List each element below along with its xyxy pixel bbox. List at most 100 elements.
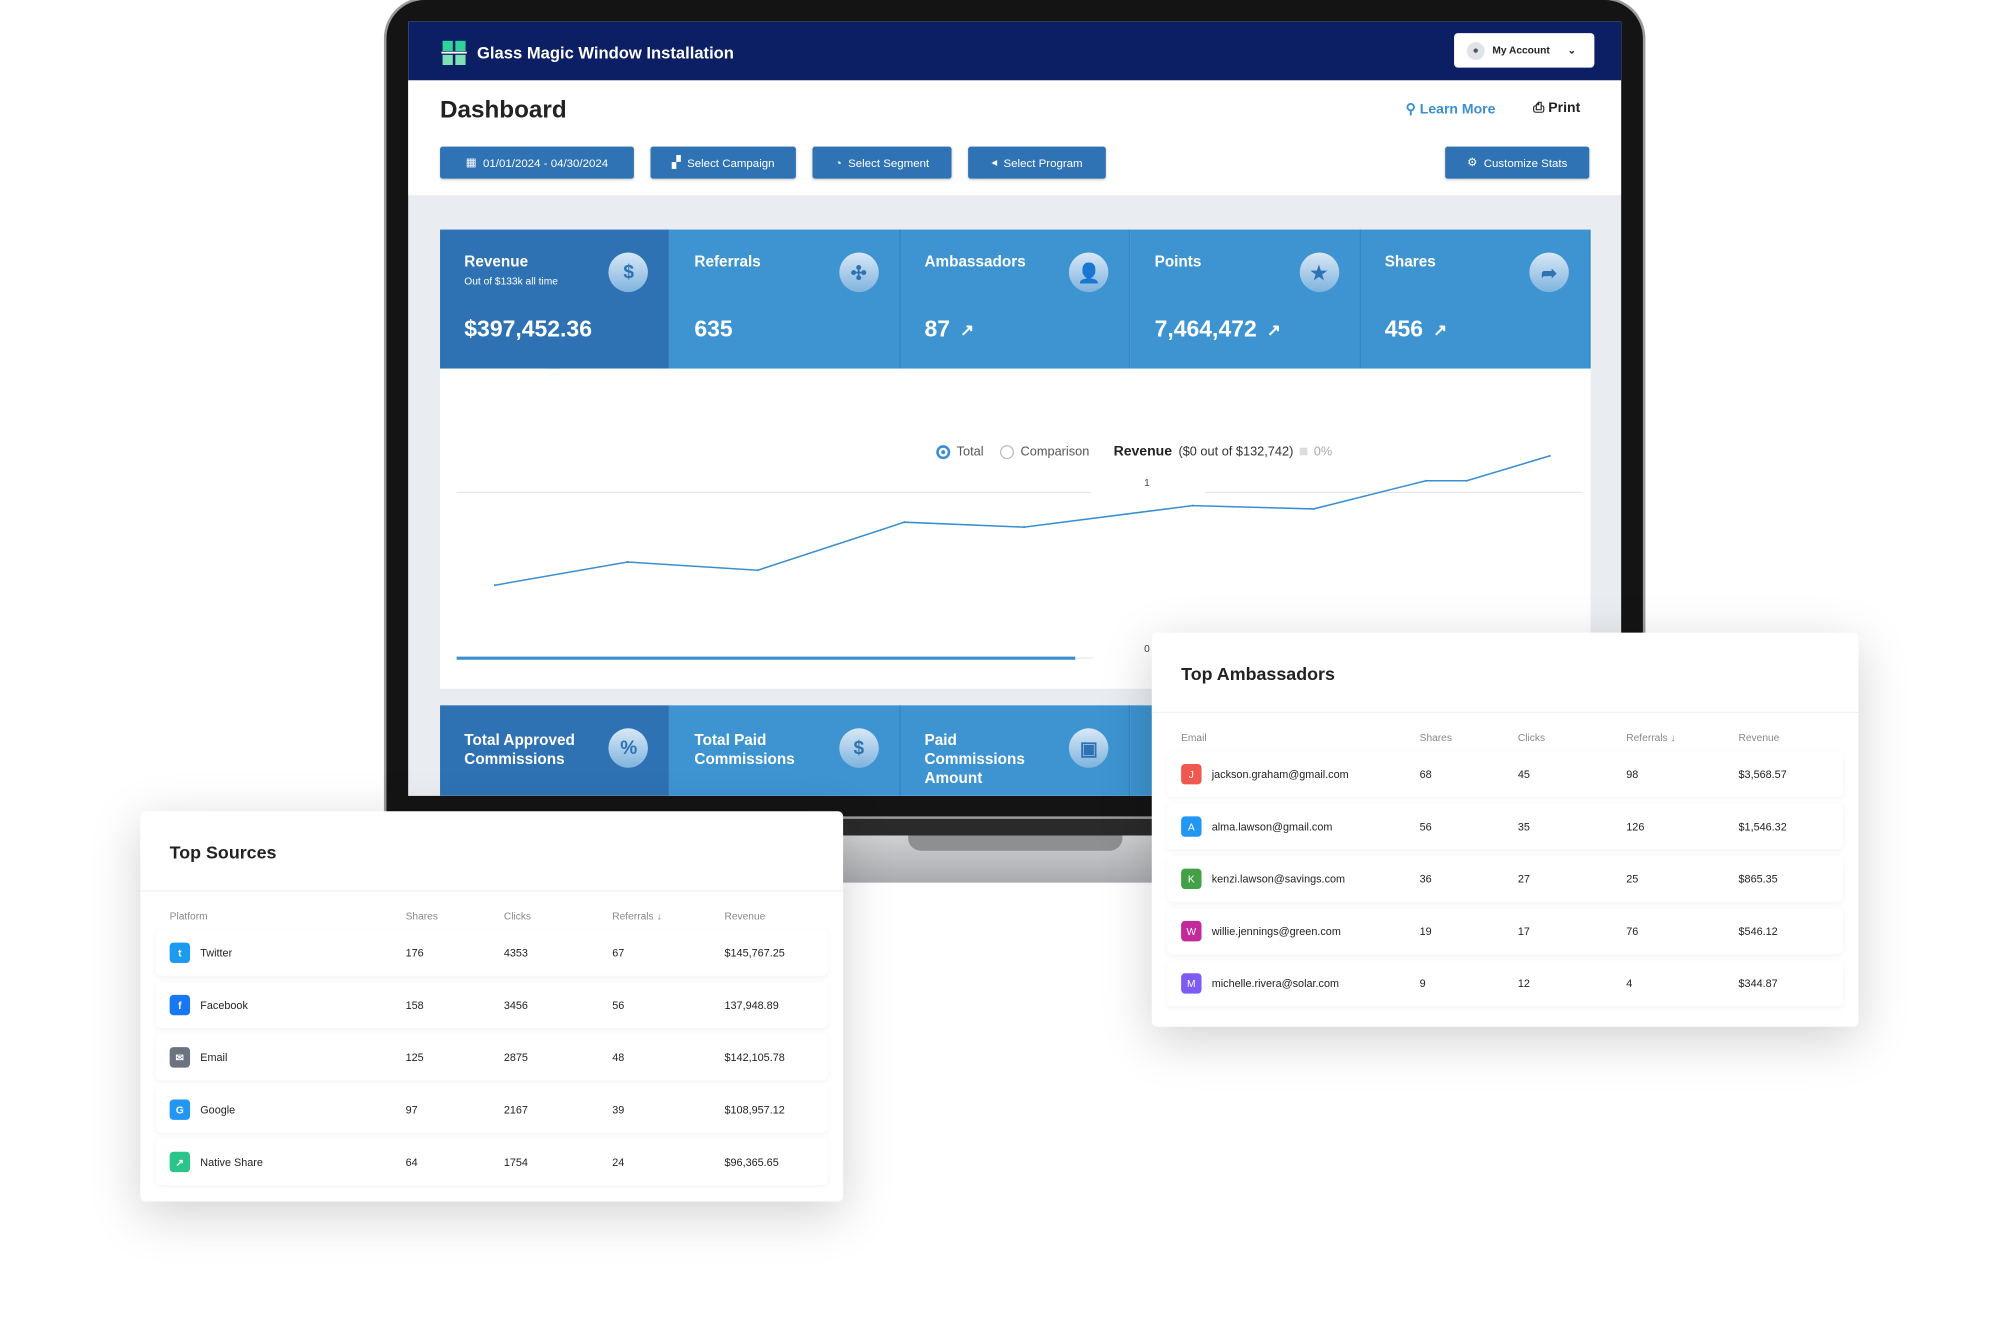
megaphone-icon: ◂	[991, 155, 998, 169]
customize-stats-button[interactable]: ⚙ Customize Stats	[1445, 146, 1590, 179]
column-header-label: Shares	[405, 910, 438, 923]
clicks-cell: 12	[1517, 977, 1530, 990]
select-segment-button[interactable]: ◔ Select Segment	[812, 146, 952, 179]
clicks-cell: 4353	[503, 946, 528, 960]
avatar: A	[1181, 816, 1202, 837]
shares-cell: 158	[405, 998, 424, 1012]
email-cell: kenzi.lawson@savings.com	[1211, 872, 1346, 886]
column-header-clicks[interactable]: Clicks	[1518, 732, 1545, 743]
app-header: Glass Magic Window Installation ● My Acco…	[408, 21, 1622, 81]
stat-card-points[interactable]: Points 7,464,472 ↗ ★	[1130, 229, 1361, 369]
stat-card-ambassadors[interactable]: Ambassadors 87 ↗ 👤	[900, 229, 1131, 369]
column-header-revenue[interactable]: Revenue	[1739, 732, 1780, 743]
shares-cell: 97	[405, 1103, 418, 1117]
column-header-label: Referrals	[1626, 732, 1668, 744]
referrals-cell: 4	[1626, 977, 1633, 990]
referrals-cell: 67	[612, 946, 625, 960]
table-row[interactable]: t Twitter 176 4353 67 $145,767.25	[155, 929, 828, 976]
email-cell: willie.jennings@green.com	[1211, 924, 1341, 938]
shares-cell: 56	[1419, 820, 1432, 833]
shares-cell: 68	[1419, 767, 1432, 781]
account-label: My Account	[1492, 44, 1550, 57]
sort-down-icon: ↓	[653, 910, 662, 923]
stat-card-revenue[interactable]: Revenue Out of $133k all time $397,452.36 $	[440, 229, 671, 377]
select-program-button[interactable]: ◂ Select Program	[968, 146, 1106, 179]
column-header-referrals[interactable]: Referrals ↓	[1626, 732, 1675, 743]
shares-cell: 19	[1419, 924, 1432, 938]
stage: Glass Magic Window Installation ● My Acco…	[0, 0, 2000, 1343]
stat-label: Revenue	[464, 252, 529, 271]
data-point	[1424, 479, 1428, 482]
stat-value: 456	[1384, 316, 1424, 342]
column-header-revenue[interactable]: Revenue	[724, 911, 765, 922]
data-point	[903, 521, 906, 524]
email-cell: michelle.rivera@solar.com	[1211, 977, 1340, 990]
table-row[interactable]: Wwillie.jennings@green.com 19 17 76 $546.12	[1167, 908, 1844, 955]
revenue-cell: $3,568.57	[1738, 767, 1787, 781]
referrals-cell: 126	[1626, 820, 1645, 833]
revenue-cell: $142,105.78	[724, 1051, 785, 1064]
stat-card-referrals[interactable]: Referrals 635 ✣	[670, 229, 901, 369]
data-point	[1548, 454, 1551, 457]
column-header-clicks[interactable]: Clicks	[504, 911, 531, 922]
gear-icon: ⚙	[1467, 155, 1478, 169]
print-button[interactable]: ⎙ Print	[1533, 101, 1580, 118]
table-row[interactable]: ↗ Native Share 64 1754 24 $96,365.65	[155, 1139, 828, 1185]
referrals-cell: 25	[1626, 872, 1639, 886]
logo-icon	[441, 40, 467, 66]
commission-card[interactable]: Total Paid Commissions $	[670, 705, 901, 796]
data-point	[493, 584, 496, 587]
revenue-cell: $145,767.25	[724, 946, 785, 960]
table-row[interactable]: Aalma.lawson@gmail.com 56 35 126 $1,546.32	[1167, 803, 1844, 850]
referrals-cell: 98	[1626, 767, 1639, 781]
clicks-cell: 35	[1517, 820, 1530, 833]
learn-more-link[interactable]: ⚲ Learn More	[1406, 101, 1496, 118]
y-tick-label: 0	[1144, 644, 1150, 655]
table-row[interactable]: Jjackson.graham@gmail.com 68 45 98 $3,568.57	[1167, 751, 1844, 798]
my-account-button[interactable]: ● My Account ⌄	[1454, 33, 1595, 68]
campaign-label: Select Campaign	[687, 156, 775, 170]
clicks-cell: 27	[1517, 872, 1530, 886]
table-row[interactable]: G Google 97 2167 39 $108,957.12	[155, 1086, 828, 1133]
stat-label: Referrals	[694, 252, 761, 271]
platform-cell: Facebook	[200, 998, 248, 1012]
stat-value-wrap: $397,452.36	[464, 316, 592, 343]
column-header-label: Referrals	[612, 910, 654, 923]
column-header-referrals[interactable]: Referrals ↓	[612, 911, 661, 922]
revenue-cell: 137,948.89	[724, 998, 779, 1012]
page-title: Dashboard	[440, 96, 567, 124]
table-row[interactable]: Mmichelle.rivera@solar.com 9 12 4 $344.87	[1167, 960, 1844, 1007]
learn-more-label: Learn More	[1419, 102, 1496, 118]
column-header-shares[interactable]: Shares	[406, 911, 438, 922]
calendar-icon: ▦	[465, 155, 477, 169]
panel-title: Top Sources	[169, 841, 277, 863]
revenue-cell: $96,365.65	[724, 1155, 779, 1169]
referrals-cell: 39	[612, 1103, 625, 1117]
stat-value-wrap: 635	[694, 316, 732, 343]
commission-card[interactable]: Total Approved Commissions%	[440, 705, 671, 796]
column-header-email: Email	[1181, 732, 1207, 743]
revenue-cell: $865.35	[1738, 872, 1778, 886]
stat-label: Ambassadors	[924, 252, 1026, 271]
select-campaign-button[interactable]: ▞ Select Campaign	[650, 146, 796, 179]
date-range-button[interactable]: ▦ 01/01/2024 - 04/30/2024	[440, 146, 634, 179]
data-point	[1191, 504, 1194, 507]
table-row[interactable]: ✉ Email 125 2875 48 $142,105.78	[155, 1034, 828, 1081]
column-header-shares[interactable]: Shares	[1420, 732, 1452, 743]
y-tick-label: 1	[1144, 478, 1150, 489]
table-row[interactable]: f Facebook 158 3456 56 137,948.89	[155, 982, 828, 1029]
stat-value-wrap: 7,464,472 ↗	[1155, 316, 1281, 343]
shares-cell: 64	[405, 1155, 418, 1169]
shares-cell: 9	[1419, 977, 1426, 990]
top-ambassadors-panel: Top Ambassadors Email Shares Clicks Referral…	[1151, 632, 1859, 1027]
data-point	[1465, 479, 1468, 482]
commission-card[interactable]: Paid Commissions Amount ▣	[900, 705, 1131, 796]
page-toolbar: Dashboard ⚲ Learn More ⎙ Print ▦ 01/01/20…	[408, 80, 1622, 196]
table-row[interactable]: Kkenzi.lawson@savings.com 36 27 25 $865.35	[1167, 855, 1844, 902]
star-icon: ★	[1299, 252, 1339, 293]
email-cell: alma.lawson@gmail.com	[1211, 820, 1333, 833]
facebook-icon: f	[169, 994, 191, 1016]
stat-card-shares[interactable]: Shares 456 ↗ ➦	[1360, 229, 1591, 369]
clicks-cell: 2875	[503, 1051, 528, 1064]
sort-down-icon: ↓	[1667, 732, 1676, 744]
